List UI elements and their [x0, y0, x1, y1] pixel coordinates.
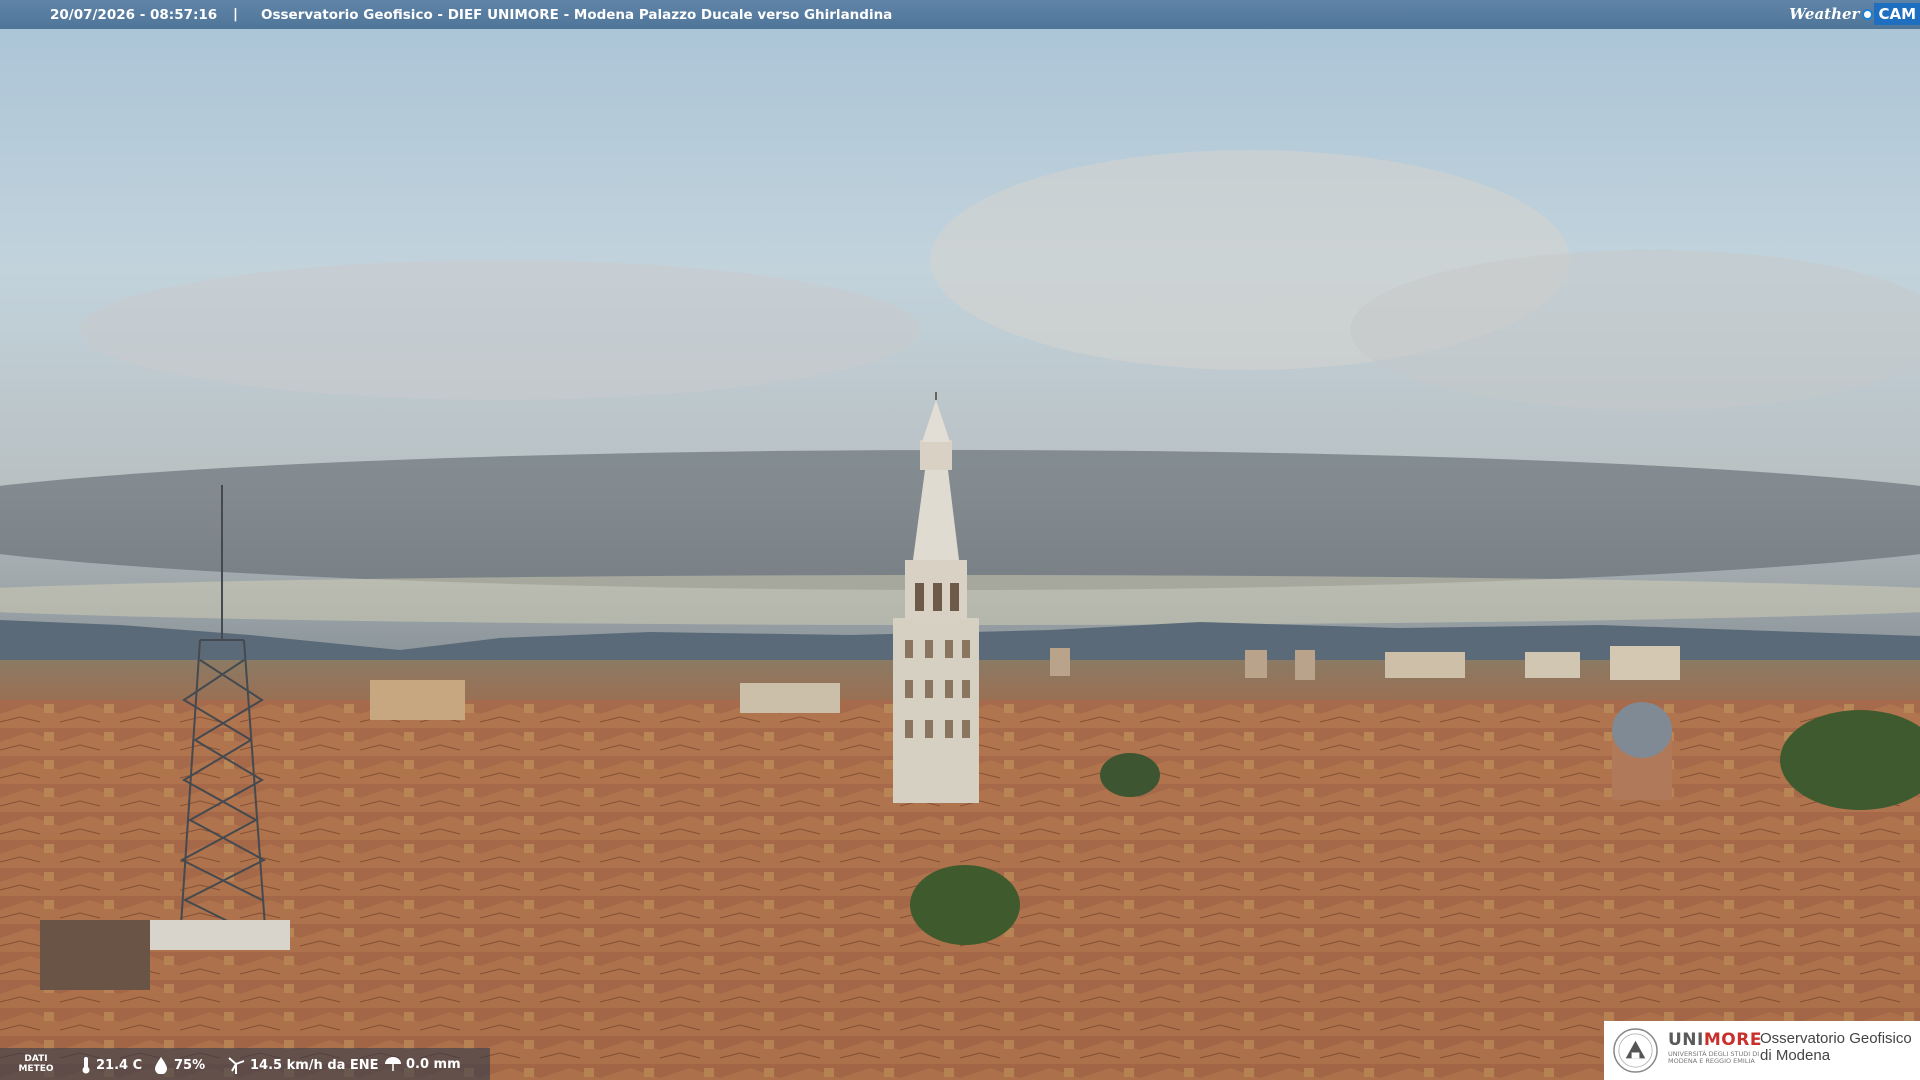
webcam-image [0, 0, 1920, 1080]
rain-value: 0.0 mm [406, 1056, 461, 1072]
camera-dot-icon [1862, 8, 1874, 20]
wind-reading: 14.5 km/h da ENE [226, 1056, 379, 1074]
weather-data-bar: DATI METEO 21.4 C 75% 14.5 km/h da ENE 0… [0, 1048, 490, 1080]
rain-umbrella-icon [385, 1057, 401, 1071]
meteo-label: DATI METEO [18, 1054, 54, 1074]
wind-value: 14.5 km/h da ENE [250, 1057, 379, 1073]
observatory-name: Osservatorio Geofisico di Modena [1760, 1030, 1912, 1064]
humidity-reading: 75% [152, 1056, 205, 1074]
header-bar: 20/07/2026 - 08:57:16 | Osservatorio Geo… [0, 0, 1920, 29]
unimore-wordmark: UNIMORE [1668, 1030, 1762, 1050]
humidity-drop-icon [155, 1057, 167, 1074]
temperature-reading: 21.4 C [80, 1056, 142, 1074]
timestamp: 20/07/2026 - 08:57:16 [50, 7, 218, 23]
thermometer-icon [82, 1057, 90, 1074]
weathercam-logo: Weather CAM [1789, 2, 1920, 26]
rain-reading: 0.0 mm [384, 1056, 461, 1072]
wind-turbine-icon [228, 1057, 245, 1074]
temperature-value: 21.4 C [96, 1057, 143, 1073]
header-separator: | [233, 6, 238, 22]
camera-title: Osservatorio Geofisico - DIEF UNIMORE - … [261, 7, 893, 23]
university-fullname: UNIVERSITÀ DEGLI STUDI DI MODENA E REGGI… [1668, 1050, 1760, 1065]
unimore-logo: UNIMORE UNIVERSITÀ DEGLI STUDI DI MODENA… [1604, 1021, 1920, 1080]
university-seal-icon [1613, 1028, 1658, 1073]
humidity-value: 75% [174, 1057, 206, 1073]
